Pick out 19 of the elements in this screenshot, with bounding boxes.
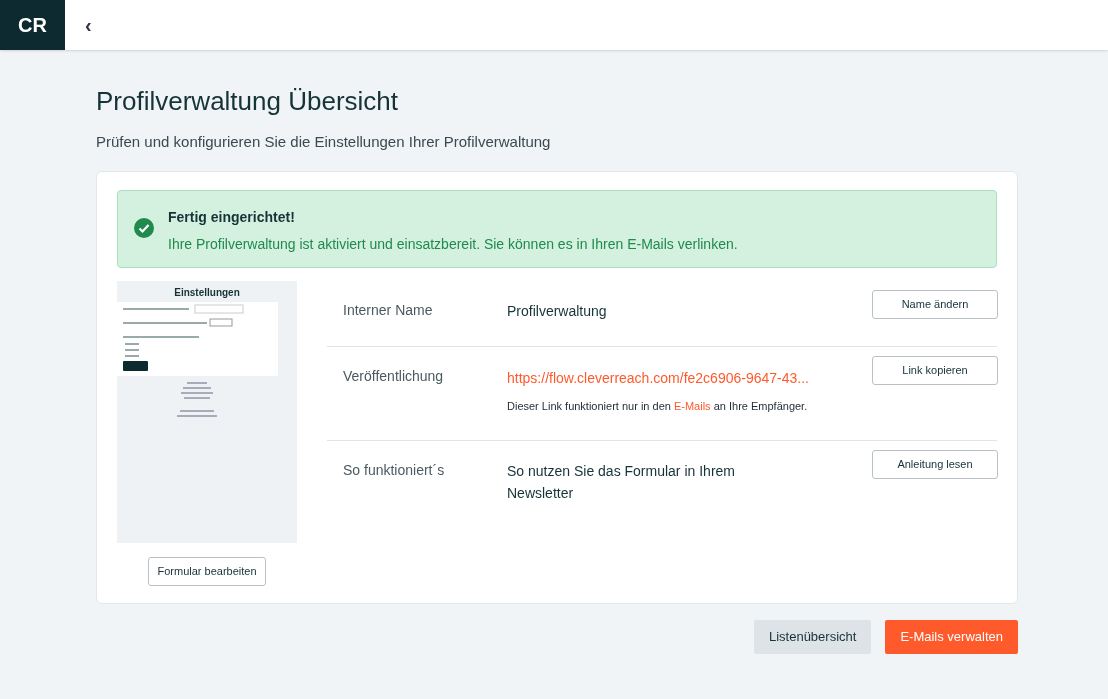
page-title: Profilverwaltung Übersicht [96,85,399,118]
back-button[interactable]: ‹ [85,10,92,40]
alert-title: Fertig eingerichtet! [168,207,296,227]
row-action-button[interactable]: Name ändern [872,289,998,319]
preview-heading: Einstellungen [174,285,240,300]
row-value: So nutzen Sie das Formular in Ihrem Newsletter [507,461,736,503]
alert-message: Ihre Profilverwaltung ist aktiviert und einsatzbereit. Sie können es in Ihren E-Mails verlinken. [168,234,738,254]
check-circle-icon [134,217,154,238]
row-value: Profilverwaltung [507,301,608,321]
page-subtitle: Prüfen und konfigurieren Sie die Einstellungen Ihrer Profilverwaltung [96,132,552,152]
edit-form-button[interactable]: Formular bearbeiten [148,556,266,586]
link-note: Dieser Link funktioniert nur in den E-Mails an Ihre Empfänger. [507,398,809,414]
logo[interactable]: CR [0,0,65,50]
row-label: Veröffentlichung [343,366,445,386]
list-overview-button[interactable]: Listenübersicht [753,619,872,654]
row-action-button[interactable]: Link kopieren [872,355,998,385]
row-action-button[interactable]: Anleitung lesen [872,449,998,479]
row-label: So funktioniert´s [343,460,446,480]
row-label: Interner Name [343,300,434,320]
